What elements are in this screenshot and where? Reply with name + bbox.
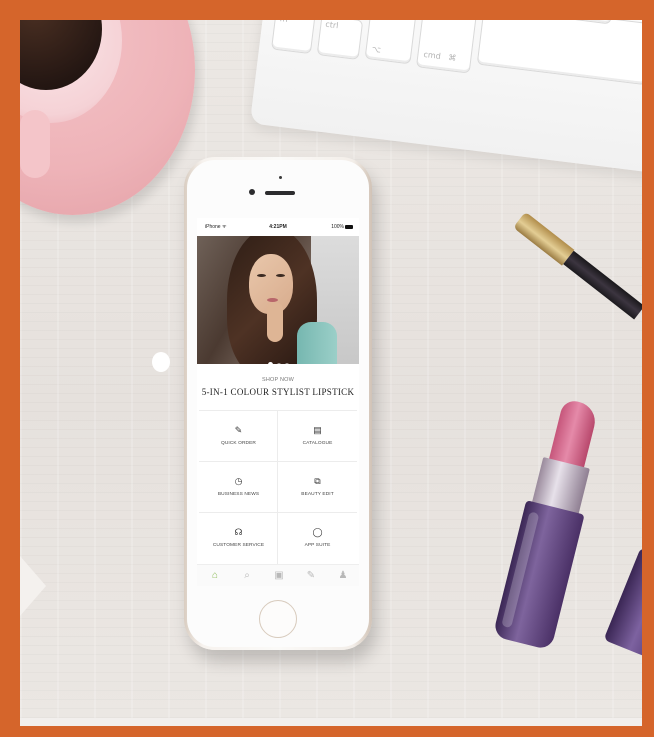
menu-label: CUSTOMER SERVICE: [212, 543, 265, 548]
battery-percent: 100%: [331, 224, 344, 230]
promo-kicker: SHOP NOW: [261, 377, 295, 383]
hero-model-hand: [267, 302, 283, 342]
home-menu: ✎ QUICK ORDER ▤ CATALOGUE ◷ BUSINESS NEW…: [199, 410, 357, 564]
book-icon: ▤: [313, 425, 322, 435]
headset-icon: ☊: [234, 527, 243, 537]
carousel-dots: [197, 354, 359, 364]
bottom-strip: [20, 718, 642, 726]
circle-icon: ◯: [312, 527, 323, 537]
lipstick: [490, 395, 621, 664]
hero-model-eye: [257, 274, 266, 277]
customer-service-button[interactable]: ☊ CUSTOMER SERVICE: [199, 513, 278, 564]
eyeliner-cap: [513, 211, 575, 266]
menu-label: BEAUTY EDIT: [301, 492, 334, 497]
battery-icon: [345, 225, 353, 229]
menu-label: QUICK ORDER: [221, 441, 256, 446]
business-news-button[interactable]: ◷ BUSINESS NEWS: [199, 462, 278, 513]
phone-face: iPhone ᯤ 4:21PM 100% SHOP NOW 5-IN-1 COL…: [187, 160, 369, 647]
carousel-dot[interactable]: [276, 363, 281, 364]
hero-banner[interactable]: [197, 236, 359, 364]
quick-order-button[interactable]: ✎ QUICK ORDER: [199, 411, 278, 462]
hero-model-eye: [276, 274, 285, 277]
white-nub: [152, 352, 170, 372]
search-icon[interactable]: ⌕: [237, 569, 257, 583]
proximity-sensor: [279, 176, 282, 179]
menu-row: ✎ QUICK ORDER ▤ CATALOGUE: [199, 410, 357, 462]
key-fn: fn: [271, 20, 316, 55]
promo-title-link[interactable]: 5-IN-1 COLOUR STYLIST LIPSTICK: [197, 387, 359, 397]
tab-bar: ⌂ ⌕ ▣ ✎ ♟: [197, 564, 359, 586]
lipstick-cap: [603, 547, 642, 663]
carousel-dot[interactable]: [267, 362, 273, 364]
menu-label: APP SUITE: [304, 543, 331, 548]
lipstick-bullet: [548, 398, 600, 470]
key-ctrl: ctrl: [316, 20, 364, 60]
box-icon: ⧉: [314, 476, 321, 486]
app-suite-button[interactable]: ◯ APP SUITE: [278, 513, 357, 564]
catalogue-button[interactable]: ▤ CATALOGUE: [278, 411, 357, 462]
eyeliner-body: [563, 250, 642, 320]
orders-icon[interactable]: ✎: [301, 569, 321, 583]
smartphone: iPhone ᯤ 4:21PM 100% SHOP NOW 5-IN-1 COL…: [184, 157, 372, 650]
front-camera: [249, 189, 255, 195]
menu-label: BUSINESS NEWS: [217, 492, 260, 497]
menu-row: ☊ CUSTOMER SERVICE ◯ APP SUITE: [199, 512, 357, 564]
status-bar: iPhone ᯤ 4:21PM 100%: [197, 218, 359, 236]
eyeliner-pencil: [513, 210, 642, 320]
menu-row: ◷ BUSINESS NEWS ⧉ BEAUTY EDIT: [199, 461, 357, 513]
key-cmd: cmd ⌘: [415, 20, 478, 74]
pencil-icon: ✎: [234, 425, 243, 435]
app-screen: iPhone ᯤ 4:21PM 100% SHOP NOW 5-IN-1 COL…: [197, 218, 359, 586]
beauty-edit-button[interactable]: ⧉ BEAUTY EDIT: [278, 462, 357, 513]
clock-icon: ◷: [234, 476, 243, 486]
carousel-dot[interactable]: [284, 363, 289, 364]
battery-indicator: 100%: [331, 224, 353, 230]
home-icon[interactable]: ⌂: [205, 569, 225, 583]
home-button[interactable]: [259, 600, 297, 638]
key-space: [476, 20, 642, 86]
key-alt: alt⌥: [364, 20, 418, 65]
profile-icon[interactable]: ♟: [333, 569, 353, 583]
menu-label: CATALOGUE: [302, 441, 333, 446]
keyboard: fn ctrl alt⌥ cmd⌘ B N: [249, 20, 642, 176]
lipstick-case: [492, 500, 585, 651]
earpiece-speaker: [265, 191, 295, 195]
bag-icon[interactable]: ▣: [269, 569, 289, 583]
cup-handle: [20, 110, 50, 178]
